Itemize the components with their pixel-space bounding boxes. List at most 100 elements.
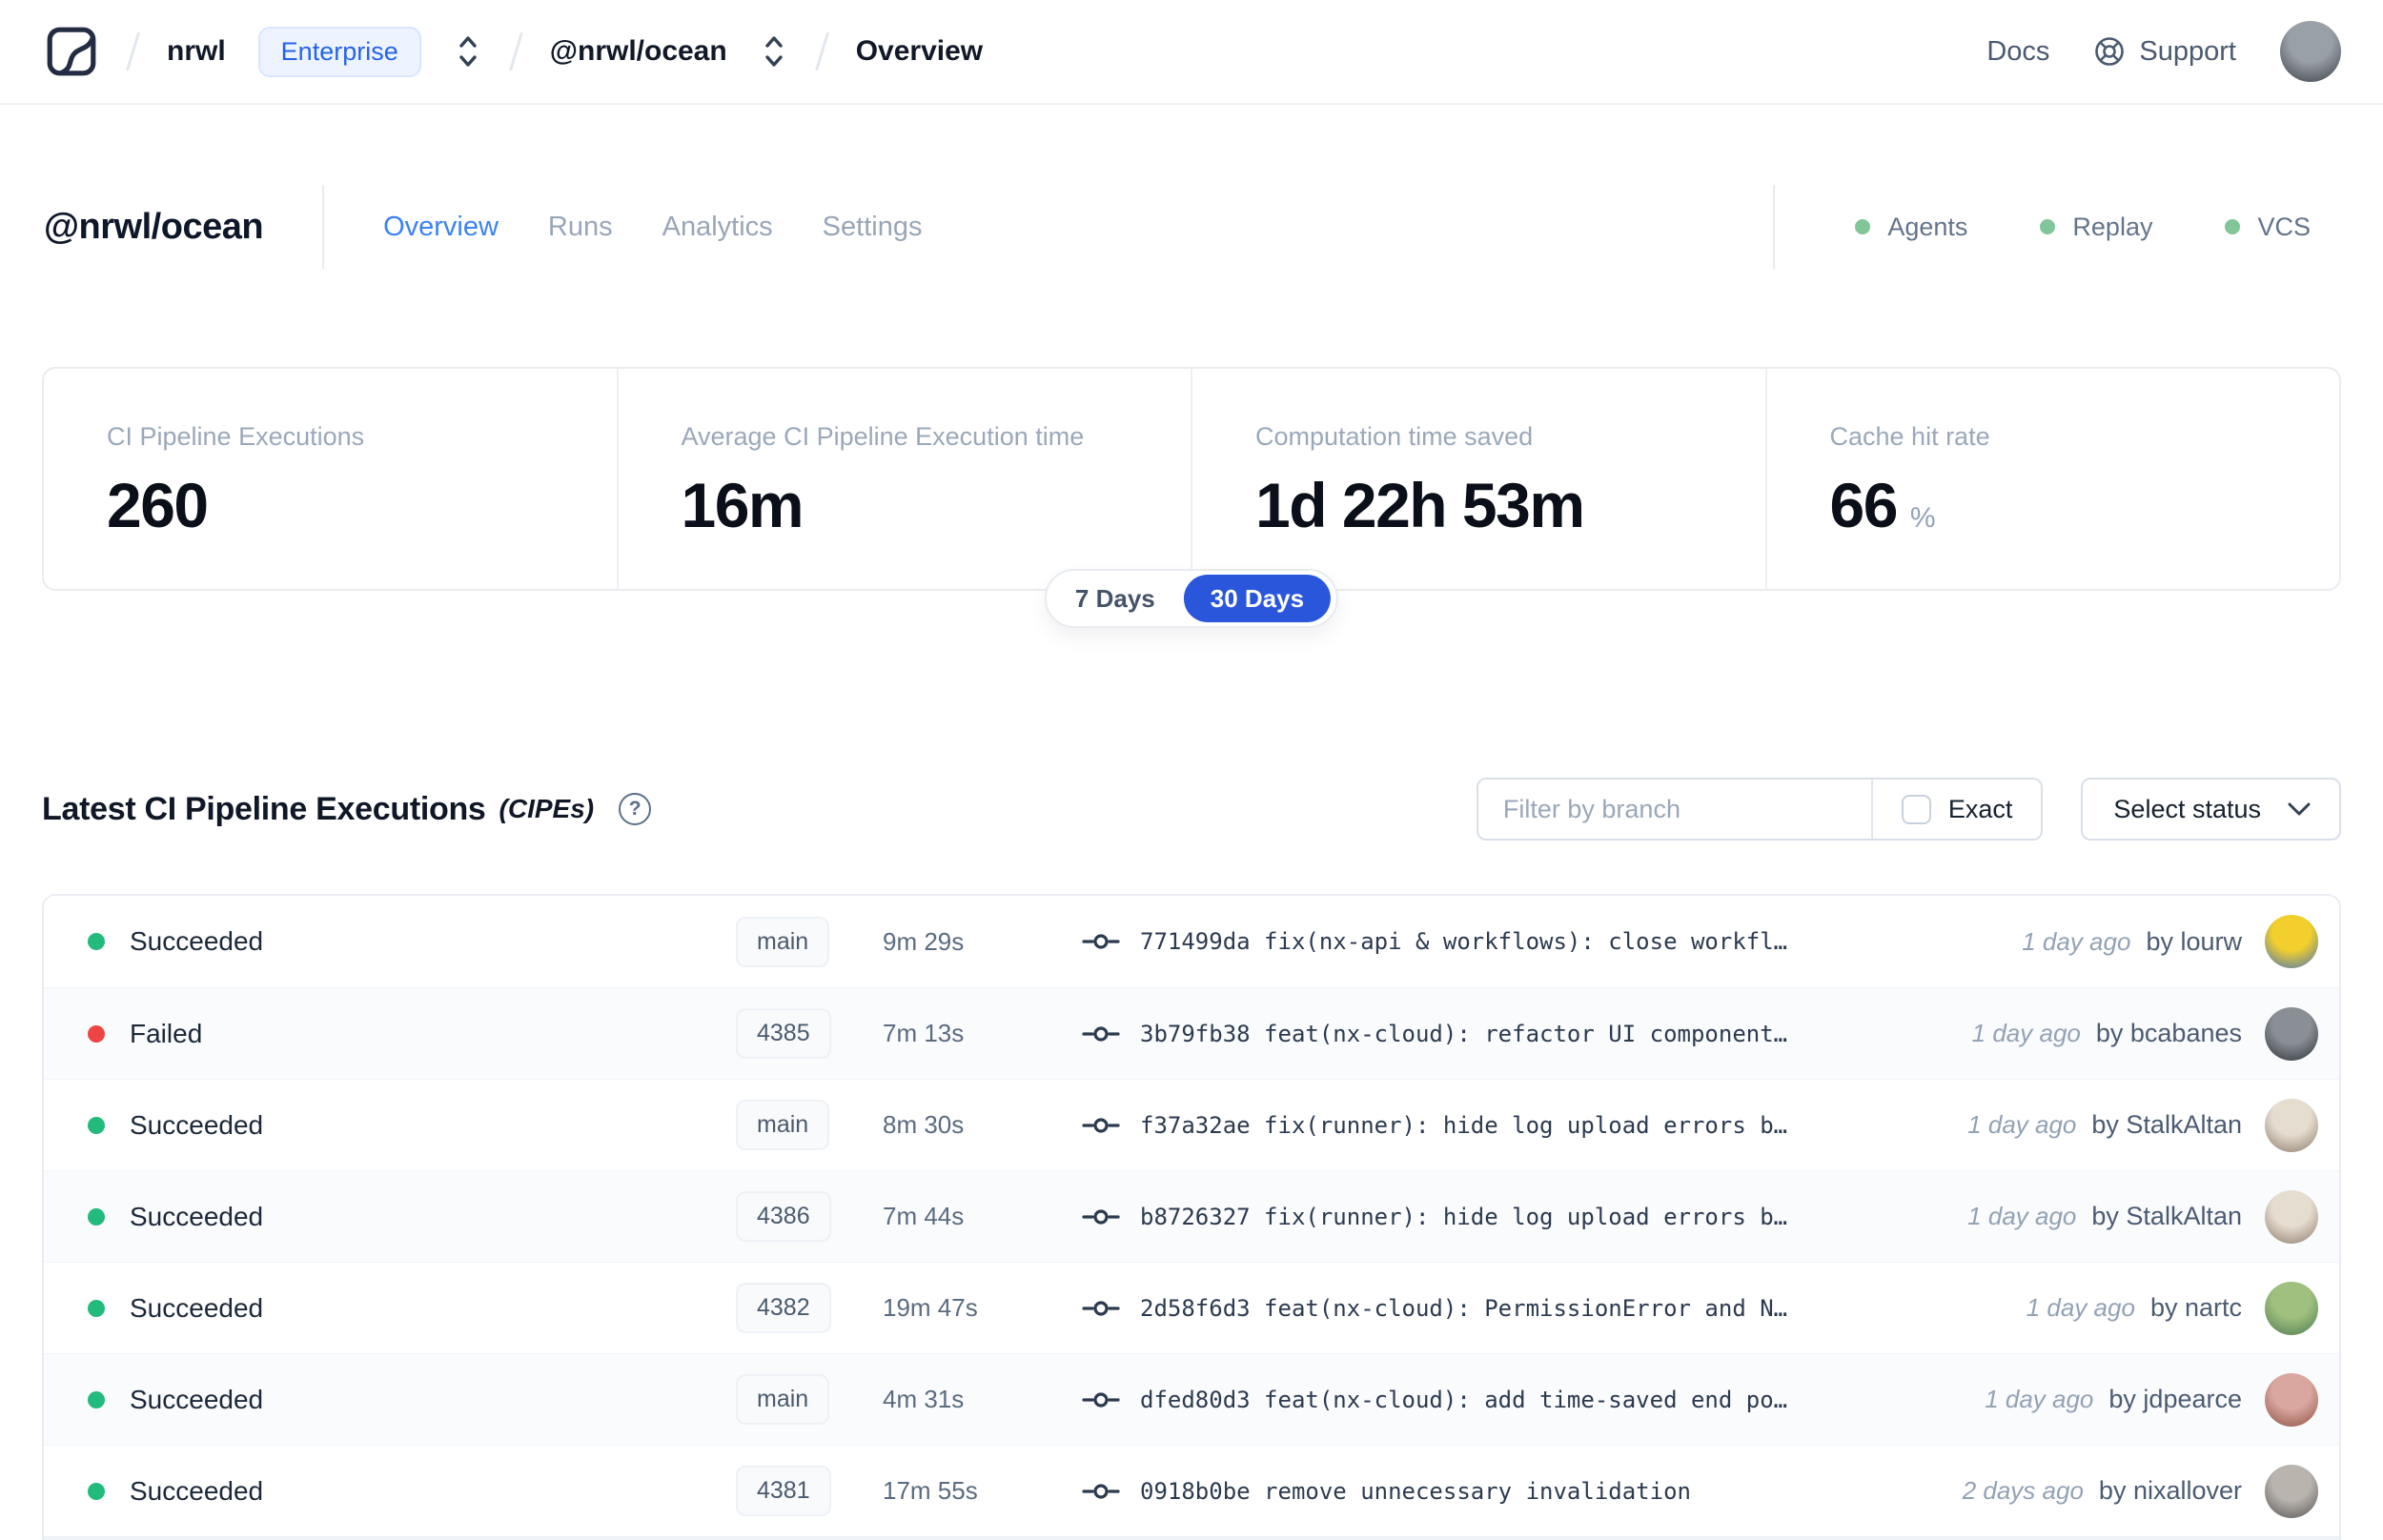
cipe-section-header: Latest CI Pipeline Executions (CIPEs) Ex… xyxy=(42,778,2341,841)
git-commit-icon xyxy=(1082,1300,1120,1316)
cipe-row[interactable]: Failed 4385 7m 13s 3b79fb38 feat(nx-clou… xyxy=(44,987,2339,1079)
stat-label: Average CI Pipeline Execution time xyxy=(681,422,1085,451)
author-avatar xyxy=(2265,915,2318,968)
cipe-table-body: Succeeded main 9m 29s 771499da fix(nx-ap… xyxy=(44,896,2339,1536)
commit-message: 0918b0be remove unnecessary invalidation xyxy=(1140,1477,1691,1505)
tab-settings[interactable]: Settings xyxy=(823,212,923,243)
stat-label: CI Pipeline Executions xyxy=(107,422,365,451)
divider xyxy=(1773,185,1776,269)
status-label: Succeeded xyxy=(130,1384,264,1414)
stat-cache-hit-rate: Cache hit rate 66 % xyxy=(1764,369,2340,589)
divider xyxy=(322,185,325,269)
exact-checkbox[interactable] xyxy=(1901,794,1931,824)
tab-overview[interactable]: Overview xyxy=(383,212,499,243)
author-avatar xyxy=(2265,1189,2318,1244)
cipe-row[interactable]: Succeeded main 4m 31s dfed80d3 feat(nx-c… xyxy=(44,1353,2339,1445)
time-ago: 2 days ago xyxy=(1962,1476,2084,1505)
status-dot xyxy=(88,1390,105,1408)
cipe-row[interactable]: Succeeded main 9m 29s 771499da fix(nx-ap… xyxy=(44,896,2339,987)
tab-analytics[interactable]: Analytics xyxy=(662,212,773,243)
stat-computation-time-saved: Computation time saved 1d 22h 53m xyxy=(1191,369,1765,589)
git-commit-icon xyxy=(1082,1025,1120,1042)
branch-filter-group: Exact xyxy=(1476,778,2044,841)
status-label: Failed xyxy=(130,1018,203,1048)
duration: 17m 55s xyxy=(883,1476,978,1505)
stat-ci-pipeline-executions: CI Pipeline Executions 260 xyxy=(44,369,617,589)
user-avatar[interactable] xyxy=(2280,21,2341,82)
cipe-row[interactable]: Succeeded 4381 17m 55s 0918b0be remove u… xyxy=(44,1445,2339,1536)
exact-filter: Exact xyxy=(1873,794,2042,824)
cipe-row[interactable]: Succeeded 4386 7m 44s b8726327 fix(runne… xyxy=(44,1170,2339,1262)
partial-next-row xyxy=(44,1536,2339,1540)
breadcrumb-slash-icon xyxy=(814,31,829,71)
green-status-dot xyxy=(2040,219,2056,234)
git-commit-icon xyxy=(1082,1391,1120,1408)
git-commit-icon xyxy=(1082,1208,1120,1225)
stat-value: 260 xyxy=(107,470,209,540)
workspace-title: @nrwl/ocean xyxy=(44,206,264,247)
workspace-selector-chevron-up-down-icon[interactable] xyxy=(760,32,788,71)
nx-cloud-logo-icon[interactable] xyxy=(44,24,99,79)
time-ago: 1 day ago xyxy=(1971,1019,2081,1047)
author: by jdpearce xyxy=(2108,1385,2242,1413)
author-avatar xyxy=(2265,1098,2318,1152)
status-replay[interactable]: Replay xyxy=(2040,213,2152,242)
status-label: Succeeded xyxy=(130,1201,264,1231)
breadcrumb-workspace[interactable]: @nrwl/ocean xyxy=(550,35,727,68)
cipe-table: Succeeded main 9m 29s 771499da fix(nx-ap… xyxy=(42,894,2341,1540)
status-vcs[interactable]: VCS xyxy=(2225,213,2311,242)
branch-filter-input[interactable] xyxy=(1477,780,1871,839)
toggle-30-days[interactable]: 30 Days xyxy=(1183,575,1332,622)
author-avatar xyxy=(2265,1006,2318,1061)
author: by bcabanes xyxy=(2095,1019,2242,1047)
duration: 9m 29s xyxy=(883,926,965,956)
help-icon[interactable] xyxy=(619,793,652,825)
stat-value: 1d 22h 53m xyxy=(1255,470,1585,540)
tab-runs[interactable]: Runs xyxy=(548,212,613,243)
author: by StalkAltan xyxy=(2091,1110,2242,1139)
cipe-subtitle: (CIPEs) xyxy=(499,794,595,823)
duration: 4m 31s xyxy=(883,1385,965,1413)
navbar-actions: Docs Support xyxy=(1986,21,2341,82)
stat-label: Computation time saved xyxy=(1255,422,1534,451)
time-ago: 1 day ago xyxy=(2026,1293,2135,1322)
status-dot xyxy=(88,1207,105,1226)
stat-suffix: % xyxy=(1909,502,1936,534)
commit-message: b8726327 fix(runner): hide log upload er… xyxy=(1140,1203,1788,1230)
author: by lourw xyxy=(2146,926,2242,956)
status-dot xyxy=(88,1116,105,1134)
status-agents[interactable]: Agents xyxy=(1855,213,1967,242)
select-status-dropdown[interactable]: Select status xyxy=(2081,778,2341,841)
status-label: Succeeded xyxy=(130,1475,264,1506)
top-navbar: nrwl Enterprise @nrwl/ocean Overview Doc… xyxy=(0,0,2383,105)
support-link[interactable]: Support xyxy=(2093,35,2236,68)
stat-value: 16m xyxy=(681,470,805,540)
branch-badge: main xyxy=(736,1100,830,1150)
breadcrumb-org[interactable]: nrwl xyxy=(167,35,226,68)
commit-message: dfed80d3 feat(nx-cloud): add time-saved … xyxy=(1140,1386,1788,1413)
cipe-row[interactable]: Succeeded main 8m 30s f37a32ae fix(runne… xyxy=(44,1079,2339,1170)
commit-message: 2d58f6d3 feat(nx-cloud): PermissionError… xyxy=(1140,1294,1788,1322)
docs-link[interactable]: Docs xyxy=(1986,36,2049,68)
stat-label: Cache hit rate xyxy=(1829,422,1990,451)
toggle-7-days[interactable]: 7 Days xyxy=(1047,584,1184,614)
commit-message: f37a32ae fix(runner): hide log upload er… xyxy=(1140,1111,1788,1139)
git-commit-icon xyxy=(1082,1483,1120,1499)
time-ago: 1 day ago xyxy=(1967,1110,2077,1139)
stat-average-execution-time: Average CI Pipeline Execution time 16m xyxy=(616,369,1192,589)
git-commit-icon xyxy=(1082,1117,1120,1133)
author-avatar xyxy=(2265,1281,2318,1335)
service-statuses: Agents Replay VCS xyxy=(1855,213,2339,242)
workspace-header: @nrwl/ocean Overview Runs Analytics Sett… xyxy=(0,177,2383,276)
time-ago: 1 day ago xyxy=(1967,1202,2077,1230)
status-label: Succeeded xyxy=(130,1109,264,1140)
breadcrumb-slash-icon xyxy=(508,31,523,71)
time-ago: 1 day ago xyxy=(1985,1385,2094,1413)
cipe-row[interactable]: Succeeded 4382 19m 47s 2d58f6d3 feat(nx-… xyxy=(44,1262,2339,1353)
org-selector-chevron-up-down-icon[interactable] xyxy=(454,32,482,71)
status-replay-label: Replay xyxy=(2072,212,2153,241)
status-label: Succeeded xyxy=(130,926,264,956)
branch-badge: 4381 xyxy=(736,1466,831,1516)
breadcrumb: nrwl Enterprise @nrwl/ocean Overview xyxy=(44,24,983,79)
branch-badge: 4382 xyxy=(736,1283,831,1333)
